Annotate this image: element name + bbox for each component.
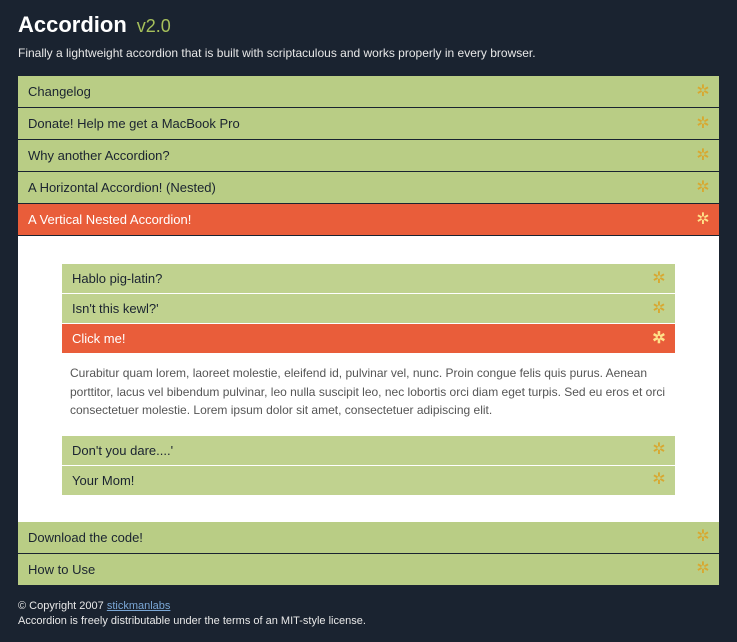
accordion-item-horizontal[interactable]: A Horizontal Accordion! (Nested) ✲: [18, 172, 719, 203]
nested-item-dontdare[interactable]: Don't you dare....' ✲: [62, 436, 675, 465]
page-header: Accordion v2.0: [18, 12, 719, 38]
accordion-label: Why another Accordion?: [28, 148, 170, 163]
stickmanlabs-link[interactable]: stickmanlabs: [107, 600, 171, 612]
accordion-item-vertical-nested[interactable]: A Vertical Nested Accordion! ✲: [18, 204, 719, 235]
asterisk-icon: ✲: [651, 472, 667, 488]
accordion-label: A Vertical Nested Accordion!: [28, 212, 191, 227]
nested-item-piglatin[interactable]: Hablo pig-latin? ✲: [62, 264, 675, 293]
nested-label: Hablo pig-latin?: [72, 271, 162, 286]
asterisk-icon: ✲: [651, 331, 667, 347]
copyright-text: © Copyright 2007: [18, 600, 107, 612]
asterisk-icon: ✲: [695, 529, 711, 545]
nested-label: Your Mom!: [72, 473, 134, 488]
page-footer: © Copyright 2007 stickmanlabs Accordion …: [18, 599, 719, 630]
page-subtitle: Finally a lightweight accordion that is …: [18, 46, 719, 60]
asterisk-icon: ✲: [651, 442, 667, 458]
asterisk-icon: ✲: [695, 180, 711, 196]
accordion-item-changelog[interactable]: Changelog ✲: [18, 76, 719, 107]
asterisk-icon: ✲: [695, 116, 711, 132]
asterisk-icon: ✲: [695, 84, 711, 100]
accordion-item-howtouse[interactable]: How to Use ✲: [18, 554, 719, 585]
nested-label: Don't you dare....': [72, 443, 173, 458]
page-version: v2.0: [137, 16, 171, 37]
nested-item-clickme[interactable]: Click me! ✲: [62, 324, 675, 353]
nested-panel: Hablo pig-latin? ✲ Isn't this kewl?' ✲ C…: [18, 236, 719, 522]
asterisk-icon: ✲: [651, 271, 667, 287]
accordion-main: Changelog ✲ Donate! Help me get a MacBoo…: [18, 76, 719, 585]
accordion-label: How to Use: [28, 562, 95, 577]
nested-content-text: Curabitur quam lorem, laoreet molestie, …: [62, 354, 675, 436]
accordion-item-donate[interactable]: Donate! Help me get a MacBook Pro ✲: [18, 108, 719, 139]
accordion-item-download[interactable]: Download the code! ✲: [18, 522, 719, 553]
asterisk-icon: ✲: [695, 212, 711, 228]
accordion-label: A Horizontal Accordion! (Nested): [28, 180, 216, 195]
accordion-label: Changelog: [28, 84, 91, 99]
nested-item-yourmom[interactable]: Your Mom! ✲: [62, 466, 675, 495]
accordion-label: Donate! Help me get a MacBook Pro: [28, 116, 240, 131]
nested-item-kewl[interactable]: Isn't this kewl?' ✲: [62, 294, 675, 323]
accordion-label: Download the code!: [28, 530, 143, 545]
accordion-item-why[interactable]: Why another Accordion? ✲: [18, 140, 719, 171]
nested-label: Click me!: [72, 331, 125, 346]
nested-label: Isn't this kewl?': [72, 301, 159, 316]
asterisk-icon: ✲: [695, 148, 711, 164]
asterisk-icon: ✲: [695, 561, 711, 577]
license-text: Accordion is freely distributable under …: [18, 615, 366, 627]
page-title: Accordion: [18, 12, 127, 38]
asterisk-icon: ✲: [651, 301, 667, 317]
